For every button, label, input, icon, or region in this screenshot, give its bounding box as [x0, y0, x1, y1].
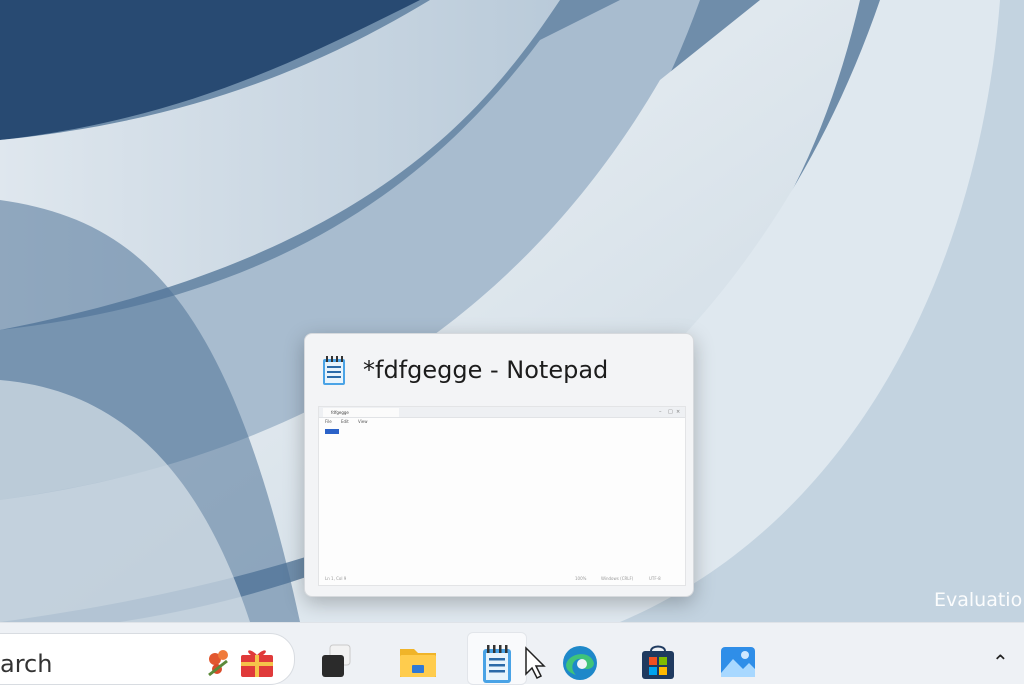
preview-menu-edit: Edit: [340, 419, 349, 424]
edge-icon: [563, 646, 597, 680]
preview-status-position: Ln 1, Col 9: [325, 576, 347, 581]
minimize-icon: –: [659, 409, 662, 415]
task-view-icon: [322, 644, 351, 677]
preview-status-bar: Ln 1, Col 9 100% Windows (CRLF) UTF-8: [319, 575, 685, 583]
preview-selected-text: [325, 429, 339, 434]
preview-menu-bar: File Edit View: [325, 419, 376, 424]
notepad-taskbar-button[interactable]: [467, 632, 527, 685]
preview-tab: fdfgegge: [323, 408, 399, 417]
notepad-thumbnail-preview[interactable]: *fdfgegge - Notepad fdfgegge – □ × File …: [304, 333, 694, 597]
folder-icon: [400, 649, 436, 677]
maximize-icon: □: [668, 409, 673, 415]
file-explorer-button[interactable]: [386, 632, 444, 683]
gift-icon: [208, 650, 273, 677]
preview-status-encoding: UTF-8: [649, 576, 661, 581]
preview-status-lineendings: Windows (CRLF): [601, 576, 634, 581]
search-placeholder: arch: [0, 650, 53, 678]
microsoft-store-button[interactable]: [627, 632, 685, 683]
preview-menu-file: File: [325, 419, 332, 424]
thumbnail-title: *fdfgegge - Notepad: [363, 356, 609, 384]
store-icon: [642, 645, 674, 679]
task-view-button[interactable]: [306, 632, 364, 683]
chevron-up-icon[interactable]: ⌃: [992, 650, 1009, 674]
mouse-cursor-icon: [525, 646, 546, 680]
photos-icon: [721, 647, 755, 677]
evaluation-watermark: Evaluation: [934, 589, 1024, 611]
photos-button[interactable]: [707, 632, 765, 683]
preview-titlebar: fdfgegge – □ ×: [319, 407, 685, 418]
notepad-icon: [323, 356, 345, 385]
close-icon: ×: [676, 409, 681, 415]
preview-status-zoom: 100%: [575, 576, 587, 581]
notepad-window-preview: fdfgegge – □ × File Edit View Ln 1, Col …: [318, 406, 686, 586]
notepad-icon: [483, 645, 511, 683]
preview-menu-view: View: [358, 419, 368, 424]
edge-button[interactable]: [548, 632, 606, 683]
